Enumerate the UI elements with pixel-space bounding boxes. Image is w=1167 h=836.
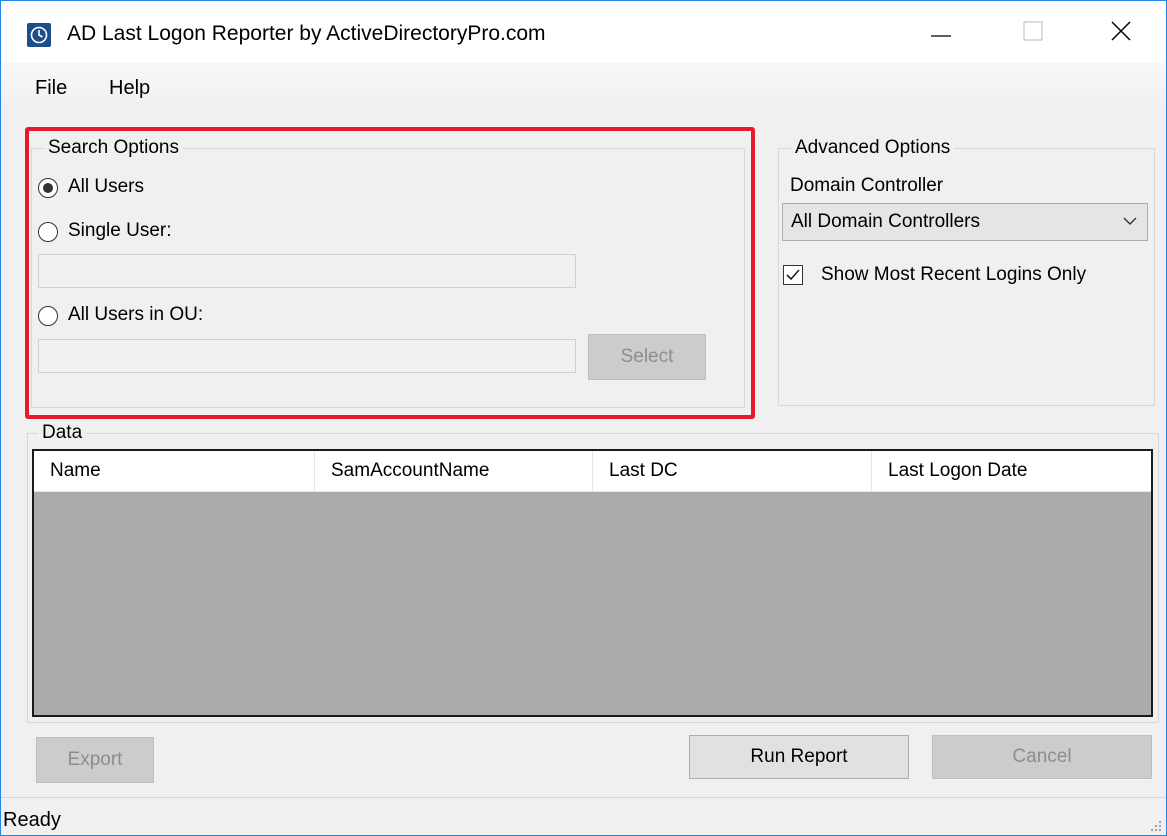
column-header-samaccountname[interactable]: SamAccountName: [315, 451, 593, 491]
domain-controller-label: Domain Controller: [790, 175, 944, 196]
ou-radio-circle[interactable]: [38, 306, 58, 326]
minimize-button[interactable]: [899, 1, 991, 63]
select-ou-button[interactable]: Select: [588, 334, 706, 380]
close-button[interactable]: [1079, 1, 1166, 63]
resize-grip-icon[interactable]: [1150, 820, 1162, 832]
single-user-label: Single User:: [68, 220, 172, 241]
ou-label: All Users in OU:: [68, 304, 204, 325]
recent-logins-label: Show Most Recent Logins Only: [821, 264, 1087, 285]
minimize-icon: [931, 35, 951, 37]
menu-file[interactable]: File: [35, 77, 67, 100]
domain-controller-select[interactable]: All Domain Controllers: [782, 203, 1148, 241]
all-users-radio-circle[interactable]: [38, 178, 58, 198]
column-header-last-logon-date[interactable]: Last Logon Date: [872, 451, 1151, 491]
close-icon: [1111, 21, 1131, 41]
single-user-input[interactable]: [38, 254, 576, 288]
column-header-name[interactable]: Name: [34, 451, 315, 491]
status-text: Ready: [3, 809, 61, 831]
window-title: AD Last Logon Reporter by ActiveDirector…: [67, 22, 546, 45]
cancel-button[interactable]: Cancel: [932, 735, 1152, 779]
maximize-icon: [1023, 21, 1043, 41]
export-button[interactable]: Export: [36, 737, 154, 783]
single-user-radio-circle[interactable]: [38, 222, 58, 242]
menu-help[interactable]: Help: [109, 77, 150, 100]
app-window: AD Last Logon Reporter by ActiveDirector…: [0, 0, 1167, 836]
search-options-legend: Search Options: [44, 136, 183, 160]
results-list[interactable]: Name SamAccountName Last DC Last Logon D…: [32, 449, 1153, 717]
column-header-last-dc[interactable]: Last DC: [593, 451, 872, 491]
menu-bar: File Help: [1, 63, 1166, 115]
checkmark-icon: [786, 269, 800, 281]
results-header: Name SamAccountName Last DC Last Logon D…: [34, 451, 1151, 492]
status-bar: Ready: [1, 797, 1166, 835]
recent-logins-checkbox[interactable]: [783, 265, 803, 285]
chevron-down-icon: [1123, 217, 1137, 225]
advanced-options-legend: Advanced Options: [791, 136, 955, 160]
data-legend: Data: [38, 421, 87, 445]
all-users-label: All Users: [68, 176, 145, 197]
maximize-button[interactable]: [991, 1, 1083, 63]
domain-controller-value: All Domain Controllers: [791, 211, 981, 232]
clock-icon: [27, 23, 51, 47]
ou-input[interactable]: [38, 339, 576, 373]
title-bar[interactable]: AD Last Logon Reporter by ActiveDirector…: [1, 1, 1166, 63]
run-report-button[interactable]: Run Report: [689, 735, 909, 779]
